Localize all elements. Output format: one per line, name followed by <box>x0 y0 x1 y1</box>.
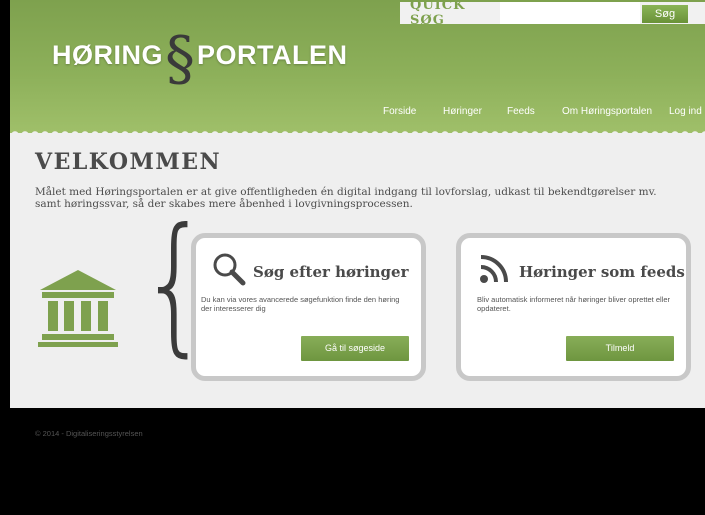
page-title: VELKOMMEN <box>35 149 222 175</box>
search-card-title: Søg efter høringer <box>253 263 409 281</box>
logo-text-right: PORTALEN <box>197 39 348 70</box>
main-nav: Forside Høringer Feeds Om Høringsportale… <box>10 106 705 122</box>
magnifier-icon <box>213 253 246 286</box>
search-card: Søg efter høringer Du kan via vores avan… <box>191 233 426 381</box>
feeds-card-text: Bliv automatisk informeret når høringer … <box>477 295 670 313</box>
nav-feeds[interactable]: Feeds <box>507 106 535 117</box>
header: QUICK SØG Søg HØRING § PORTALEN Forside … <box>10 0 705 135</box>
nav-forside[interactable]: Forside <box>383 106 416 117</box>
quick-search: QUICK SØG Søg <box>400 0 705 28</box>
main-content: VELKOMMEN Målet med Høringsportalen er a… <box>10 133 705 408</box>
site-logo[interactable]: HØRING § PORTALEN <box>52 29 348 89</box>
paragraph-icon: § <box>165 24 195 94</box>
government-building-icon <box>38 270 118 347</box>
nav-horinger[interactable]: Høringer <box>443 106 482 117</box>
quick-search-input[interactable] <box>500 2 640 24</box>
rss-icon <box>480 255 508 283</box>
subscribe-button[interactable]: Tilmeld <box>566 336 674 361</box>
nav-om-horingsportalen[interactable]: Om Høringsportalen <box>562 106 652 117</box>
copyright-text: © 2014 - Digitaliseringsstyrelsen <box>35 429 143 438</box>
intro-text: Målet med Høringsportalen er at give off… <box>35 186 657 210</box>
nav-log-ind[interactable]: Log ind <box>669 106 702 117</box>
logo-text-left: HØRING <box>52 39 163 70</box>
quick-search-label: QUICK SØG <box>410 0 466 28</box>
feeds-card: Høringer som feeds Bliv automatisk infor… <box>456 233 691 381</box>
search-button[interactable]: Søg <box>642 5 688 23</box>
goto-search-button[interactable]: Gå til søgeside <box>301 336 409 361</box>
search-card-text: Du kan via vores avancerede søgefunktion… <box>201 295 400 313</box>
footer: © 2014 - Digitaliseringsstyrelsen <box>10 412 705 515</box>
feeds-card-title: Høringer som feeds <box>519 263 685 281</box>
